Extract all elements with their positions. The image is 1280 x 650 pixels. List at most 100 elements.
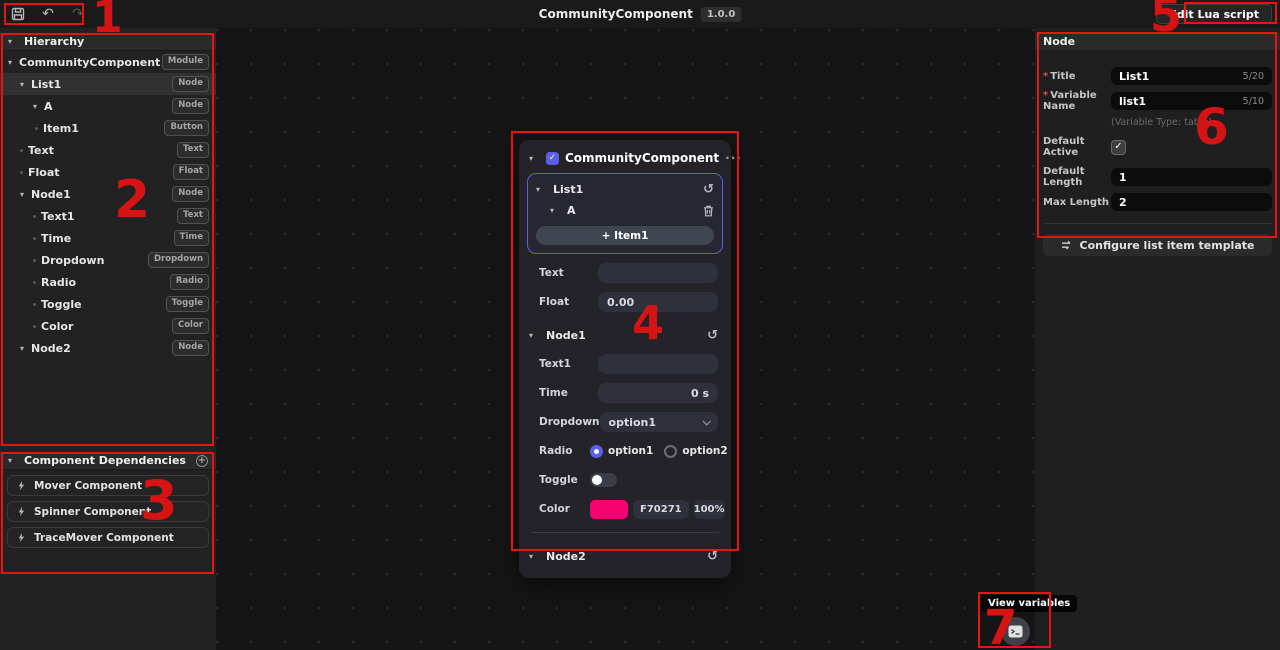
color-alpha-input[interactable]: 100% (694, 500, 725, 519)
dependency-item[interactable]: Spinner Component (7, 501, 209, 522)
chevron-down-icon[interactable]: ▾ (33, 102, 44, 111)
component-checkbox[interactable]: ✓ (546, 152, 559, 165)
chevron-down-icon[interactable]: ▾ (8, 37, 19, 46)
default-length-input[interactable]: 1 (1111, 168, 1272, 186)
radio-option2[interactable] (664, 445, 677, 458)
field-label: *Variable Name (1043, 90, 1111, 112)
tree-item[interactable]: Text1 Text (0, 205, 216, 227)
chevron-down-icon[interactable]: ▾ (20, 190, 31, 199)
top-toolbar: ↶ ↷ CommunityComponent 1.0.0 Edit Lua sc… (0, 0, 1280, 28)
dependency-item[interactable]: Mover Component (7, 475, 209, 496)
chevron-down-icon[interactable]: ▾ (8, 58, 19, 67)
bullet-icon (33, 215, 41, 218)
component-icon (16, 480, 27, 491)
bullet-icon (33, 325, 41, 328)
component-card-header[interactable]: ▾ ✓ CommunityComponent ··· (519, 146, 731, 171)
color-hex-input[interactable]: F70271 (633, 500, 689, 519)
dependency-label: Mover Component (34, 480, 142, 492)
node1-section-header[interactable]: ▾ Node1 ↺ (519, 325, 731, 345)
field-label: Default Active (1043, 136, 1111, 158)
chevron-down-icon[interactable]: ▾ (550, 206, 561, 215)
char-counter: 5/10 (1243, 96, 1264, 107)
tree-item[interactable]: Toggle Toggle (0, 293, 216, 315)
time-input[interactable]: 0 s (598, 383, 718, 403)
component-icon (16, 532, 27, 543)
tree-item[interactable]: Dropdown Dropdown (0, 249, 216, 271)
tree-item-label: List1 (31, 78, 61, 91)
dependencies-header[interactable]: ▾ Component Dependencies + (0, 452, 216, 470)
radio-option1-selected[interactable] (590, 445, 603, 458)
tree-item[interactable]: Item1 Button (0, 117, 216, 139)
edit-lua-script-button[interactable]: Edit Lua script (1156, 4, 1272, 24)
bullet-icon (33, 259, 41, 262)
color-swatch[interactable] (590, 500, 628, 519)
text-field-row: Text (519, 263, 731, 283)
view-variables-button[interactable] (1001, 617, 1030, 646)
type-badge: Toggle (166, 296, 209, 311)
max-length-row: Max Length 2 (1043, 193, 1274, 211)
tree-item[interactable]: ▾ A Node (0, 95, 216, 117)
chevron-down-icon[interactable]: ▾ (20, 80, 31, 89)
bullet-icon (33, 303, 41, 306)
list-group-header[interactable]: ▾ List1 ↺ (536, 179, 714, 200)
component-icon (16, 506, 27, 517)
tree-item[interactable]: Text Text (0, 139, 216, 161)
reset-icon[interactable]: ↺ (707, 329, 718, 342)
tree-item[interactable]: ▾ List1 Node (0, 73, 216, 95)
float-field-row: Float 0.00 (519, 292, 731, 312)
reset-icon[interactable]: ↺ (707, 550, 718, 563)
chevron-down-icon[interactable]: ▾ (529, 331, 540, 340)
max-length-input[interactable]: 2 (1111, 193, 1272, 211)
type-badge: Node (172, 186, 209, 201)
list-item-row[interactable]: ▾ A (536, 200, 714, 221)
tree-item[interactable]: Radio Radio (0, 271, 216, 293)
trash-icon[interactable] (703, 205, 714, 217)
type-badge: Color (172, 318, 209, 333)
ellipsis-menu-icon[interactable]: ··· (725, 151, 742, 165)
chevron-down-icon[interactable]: ▾ (529, 154, 540, 163)
text1-input[interactable] (598, 354, 718, 374)
configure-list-template-button[interactable]: Configure list item template (1043, 234, 1272, 256)
component-card: ▾ ✓ CommunityComponent ··· ▾ List1 ↺ ▾ A… (519, 140, 731, 578)
chevron-down-icon[interactable]: ▾ (536, 185, 547, 194)
save-icon[interactable] (10, 6, 26, 22)
chevron-down-icon[interactable]: ▾ (529, 552, 540, 561)
node2-section-header[interactable]: ▾ Node2 ↺ (519, 546, 731, 566)
toggle-switch-off[interactable] (590, 473, 617, 487)
list-group-title: List1 (553, 183, 583, 196)
variable-name-input[interactable]: list1 5/10 (1111, 92, 1272, 110)
bullet-icon (20, 171, 28, 174)
add-item-button[interactable]: + Item1 (536, 226, 714, 245)
dependency-item[interactable]: TraceMover Component (7, 527, 209, 548)
tree-item[interactable]: Time Time (0, 227, 216, 249)
tree-item-label: Dropdown (41, 254, 104, 267)
text-input[interactable] (598, 263, 718, 283)
type-badge: Float (173, 164, 209, 179)
version-badge: 1.0.0 (701, 7, 741, 22)
add-dependency-icon[interactable]: + (196, 455, 208, 467)
toolbar-actions: ↶ ↷ (0, 6, 86, 22)
bullet-icon (35, 127, 43, 130)
tree-item[interactable]: ▾ Node1 Node (0, 183, 216, 205)
tree-item[interactable]: ▾ CommunityComponent Module (0, 51, 216, 73)
type-badge: Text (177, 208, 209, 223)
tree-item[interactable]: Color Color (0, 315, 216, 337)
default-active-checkbox[interactable]: ✓ (1111, 140, 1126, 155)
reset-icon[interactable]: ↺ (703, 183, 714, 196)
float-input[interactable]: 0.00 (598, 292, 718, 312)
tree-item[interactable]: Float Float (0, 161, 216, 183)
tree-item[interactable]: ▾ Node2 Node (0, 337, 216, 359)
dropdown-select[interactable]: option1 (600, 412, 718, 432)
chevron-down-icon (702, 417, 710, 425)
type-badge: Dropdown (148, 252, 209, 267)
chevron-down-icon[interactable]: ▾ (20, 344, 31, 353)
node-panel-header: Node (1035, 33, 1280, 51)
undo-icon[interactable]: ↶ (40, 6, 56, 22)
title-input[interactable]: List1 5/20 (1111, 67, 1272, 85)
node-panel-body: *Title List1 5/20 *Variable Name list1 5… (1035, 51, 1280, 256)
chevron-down-icon[interactable]: ▾ (8, 456, 19, 465)
hierarchy-header[interactable]: ▾ Hierarchy (0, 33, 216, 51)
type-badge: Node (172, 340, 209, 355)
redo-icon[interactable]: ↷ (70, 6, 86, 22)
variables-icon (1008, 625, 1023, 638)
